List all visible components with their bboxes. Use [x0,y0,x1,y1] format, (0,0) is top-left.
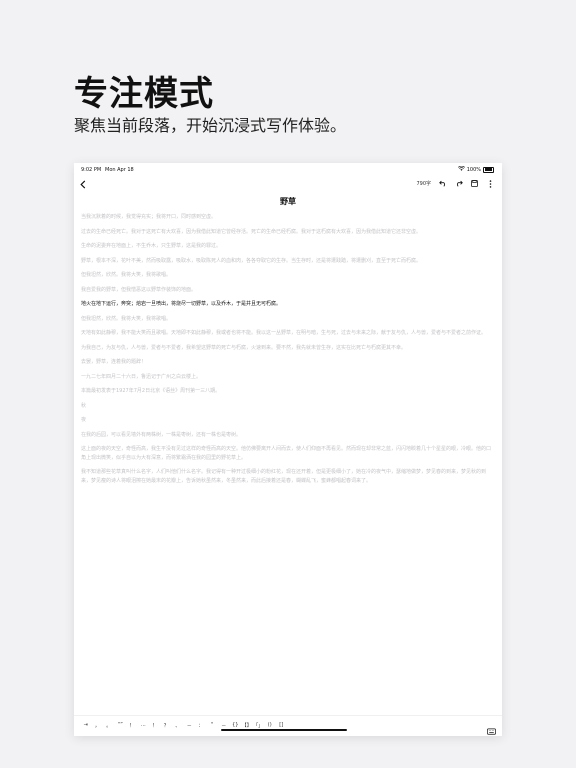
paragraph[interactable]: 天地有如此静穆，我不能大笑而且歌唱。天地即不如此静穆，我或者也将不能。我以这一丛… [81,329,495,338]
paragraph[interactable]: 这上面的夜的天空，奇怪而高，我生平没有见过这样的奇怪而高的天空。他仿佛要离开人间… [81,445,495,462]
status-time: 9:02 PM [81,167,102,173]
save-icon[interactable] [470,179,479,188]
punctuation-key[interactable]: 「」 [253,722,265,729]
paragraph[interactable]: 去罢，野草，连着我的题辞！ [81,358,495,367]
paragraph[interactable]: 本篇最初发表于1927年7月2日北京《语丝》周刊第一三八期。 [81,387,495,396]
paragraph[interactable]: 当我沉默着的时候，我觉得充实；我将开口，同时感到空虚。 [81,213,495,222]
more-icon[interactable] [486,179,495,188]
status-date: Mon Apr 18 [105,167,134,173]
punctuation-key[interactable]: [] [276,722,288,729]
punctuation-key[interactable]: ， [92,722,104,729]
tab-key[interactable]: ⇥ [80,722,92,729]
paragraph[interactable]: 我自爱我的野草，但我憎恶这以野草作装饰的地面。 [81,286,495,295]
punctuation-key[interactable]: … [138,722,150,729]
paragraph[interactable]: 过去的生命已经死亡。我对于这死亡有大欢喜，因为我借此知道它曾经存活。死亡的生命已… [81,228,495,237]
paragraph[interactable]: 但我坦然，欣然。我将大笑，我将歌唱。 [81,315,495,324]
status-bar: 9:02 PM Mon Apr 18 100% [74,163,502,176]
punctuation-key[interactable]: 。 [103,722,115,729]
punctuation-key[interactable]: “” [115,722,127,729]
paragraph[interactable]: 夜 [81,416,495,425]
word-count: 790字 [416,181,431,187]
paragraph[interactable]: 我不知道那些花草真叫什么名字，人们叫他们什么名字。我记得有一种开过极细小的粉红花… [81,468,495,485]
device-frame: 9:02 PM Mon Apr 18 100% 790字 野草 当我沉默着的时候… [74,163,502,736]
document-body[interactable]: 当我沉默着的时候，我觉得充实；我将开口，同时感到空虚。 过去的生命已经死亡。我对于… [81,213,495,491]
wifi-icon [457,165,465,173]
keyboard-accessory-bar: ⇥，。 “”！…！？、－： " －{} 【】 「」()[] [74,715,502,736]
punctuation-key[interactable]: ！ [149,722,161,729]
keyboard-icon[interactable] [487,721,496,735]
punctuation-key[interactable]: ： [195,722,207,729]
battery-percent: 100% [466,166,481,173]
editor-toolbar: 790字 [74,177,502,191]
status-right: 100% [457,165,494,173]
punctuation-keys: ⇥，。 “”！…！？、－： " －{} 【】 「」()[] [80,722,287,729]
punctuation-key[interactable]: () [264,722,276,729]
paragraph[interactable]: 生命的泥委弃在地面上，不生乔木，只生野草，这是我的罪过。 [81,242,495,251]
punctuation-key[interactable]: ！ [126,722,138,729]
active-paragraph[interactable]: 地火在地下运行，奔突；熔岩一旦喷出，将烧尽一切野草，以及乔木，于是并且无可朽腐。 [81,300,495,309]
punctuation-key[interactable]: " [207,722,219,729]
chevron-left-icon[interactable] [77,177,89,191]
paragraph[interactable]: 在我的后园，可以看见墙外有两株树，一株是枣树，还有一株也是枣树。 [81,431,495,440]
punctuation-key[interactable]: － [218,722,230,729]
hero-subtitle: 聚焦当前段落，开始沉浸式写作体验。 [74,116,347,135]
home-indicator [221,729,347,731]
punctuation-key[interactable]: 、 [172,722,184,729]
paragraph[interactable]: 秋 [81,402,495,411]
paragraph[interactable]: 为我自己，为友与仇，人与兽，爱者与不爱者，我希望这野草的死亡与朽腐，火速到来。要… [81,344,495,353]
paragraph[interactable]: 野草，根本不深，花叶不美，然而吸取露，吸取水，吸取陈死人的血和肉，各各夺取它的生… [81,257,495,266]
punctuation-key[interactable]: 【】 [241,722,253,729]
paragraph[interactable]: 一九二七年四月二十六日，鲁迅记于广州之白云楼上。 [81,373,495,382]
redo-icon[interactable] [454,179,463,188]
punctuation-key[interactable]: ？ [161,722,173,729]
punctuation-key[interactable]: {} [230,722,242,729]
undo-icon[interactable] [438,179,447,188]
punctuation-key[interactable]: － [184,722,196,729]
paragraph[interactable]: 但我坦然，欣然。我将大笑，我将歌唱。 [81,271,495,280]
battery-icon [483,166,494,173]
document-title: 野草 [280,197,296,206]
toolbar-actions: 790字 [416,179,495,188]
hero-title: 专注模式 [74,74,214,114]
